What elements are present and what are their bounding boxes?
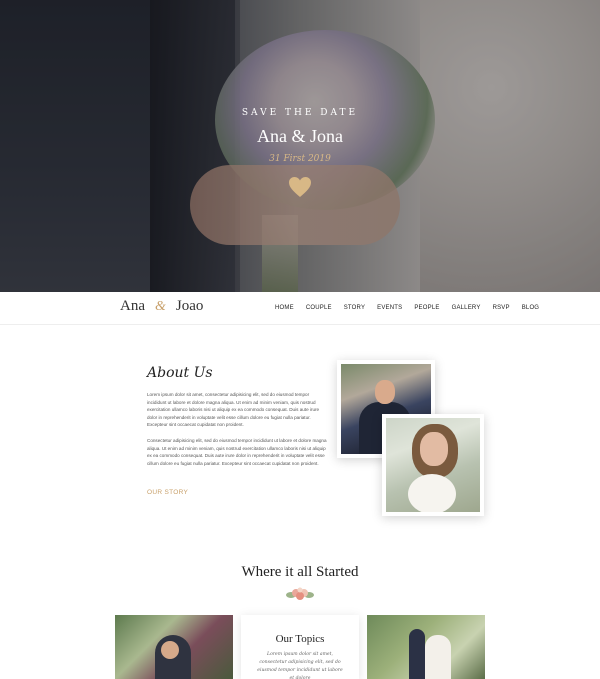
nav-menu: HOME COUPLE STORY EVENTS PEOPLE GALLERY … xyxy=(275,305,551,311)
brand-logo[interactable]: Ana & Joao xyxy=(120,298,203,315)
hero-date: 31 First 2019 xyxy=(269,154,331,164)
nav-item-events[interactable]: EVENTS xyxy=(377,305,402,311)
brand-name-left: Ana xyxy=(120,298,145,314)
about-paragraph-2: Consectetur adipisicing elit, sed do eiu… xyxy=(147,438,327,466)
our-story-link[interactable]: OUR STORY xyxy=(147,489,188,496)
story-photo-left-face xyxy=(161,641,179,659)
nav-item-couple[interactable]: COUPLE xyxy=(306,305,332,311)
story-photo-right-bride xyxy=(425,635,451,679)
floral-divider-icon xyxy=(286,587,314,600)
nav-item-home[interactable]: HOME xyxy=(275,305,294,311)
nav-item-gallery[interactable]: GALLERY xyxy=(452,305,481,311)
heart-icon xyxy=(289,177,311,197)
section-title-where-started: Where it all Started xyxy=(241,564,359,580)
story-photo-left[interactable] xyxy=(115,615,233,679)
bride-photo xyxy=(382,414,484,516)
about-paragraph-1: Lorem ipsum dolor sit amet, consectetur … xyxy=(147,392,320,428)
nav-item-blog[interactable]: BLOG xyxy=(522,305,539,311)
topics-text: Lorem ipsum dolor sit amet, consectetur … xyxy=(257,652,343,679)
bride-photo-face xyxy=(420,432,448,466)
story-photo-right-groom xyxy=(409,629,425,679)
main-navbar: Ana & Joao HOME COUPLE STORY EVENTS PEOPLE… xyxy=(0,292,600,325)
story-photo-right[interactable] xyxy=(367,615,485,679)
groom-photo-face xyxy=(375,380,395,404)
topics-title: Our Topics xyxy=(275,633,325,645)
brand-ampersand: & xyxy=(155,299,166,314)
nav-item-rsvp[interactable]: RSVP xyxy=(493,305,510,311)
hero-couple-names: Ana & Jona xyxy=(257,126,343,146)
about-title: About Us xyxy=(147,365,213,381)
topics-card: Our Topics Lorem ipsum dolor sit amet, c… xyxy=(241,615,359,679)
nav-item-story[interactable]: STORY xyxy=(344,305,365,311)
hero-tagline: SAVE THE DATE xyxy=(241,108,359,118)
bride-photo-bouquet xyxy=(408,474,456,512)
nav-item-people[interactable]: PEOPLE xyxy=(414,305,439,311)
brand-name-right: Joao xyxy=(175,298,204,314)
hero-banner: SAVE THE DATE Ana & Jona 31 First 2019 xyxy=(0,0,600,292)
